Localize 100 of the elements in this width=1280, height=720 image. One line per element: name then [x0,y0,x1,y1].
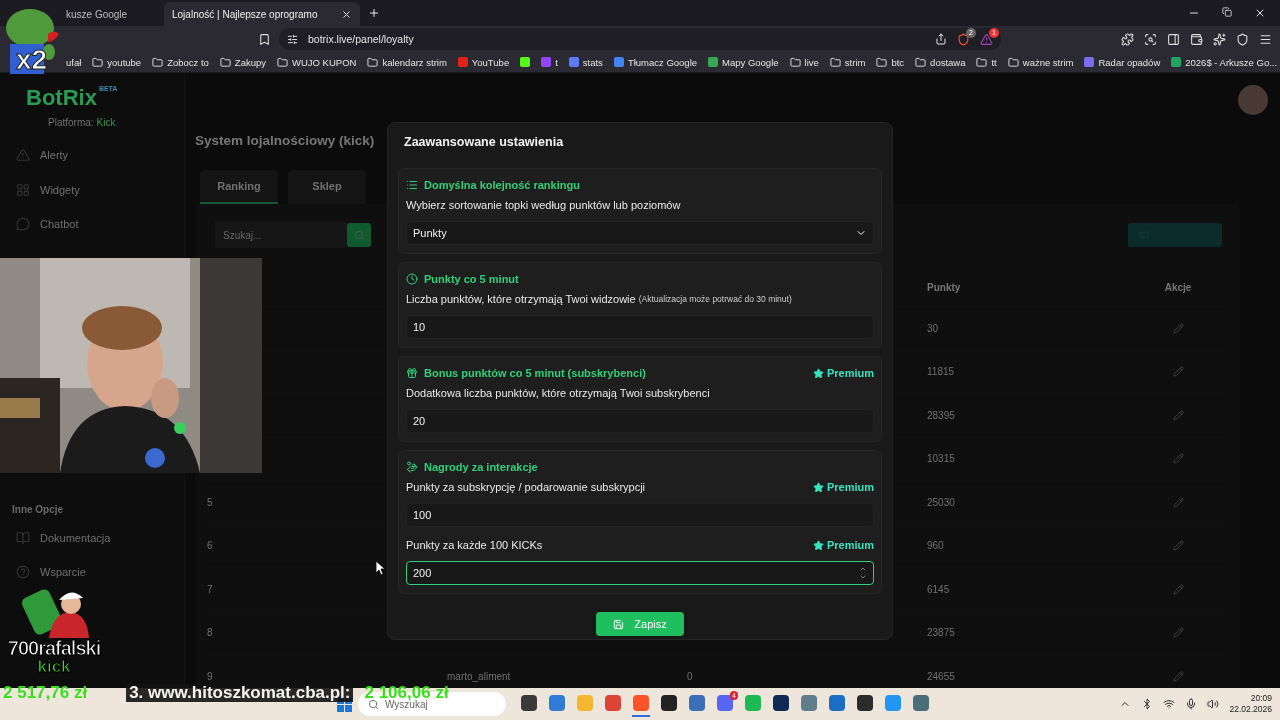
table-cell: 6145 [927,567,1128,611]
help-icon [16,565,30,580]
list-icon [406,179,418,191]
bookmark-item[interactable]: t [541,56,558,68]
browser-tab[interactable]: kusze Google [58,2,162,26]
bookmark-icon[interactable] [258,32,271,46]
sidebar-icon[interactable] [1167,32,1180,46]
restore-icon[interactable] [1222,7,1232,17]
field-note: (Aktualizacja może potrwać do 30 minut) [638,294,792,304]
screen-search-icon[interactable] [1144,32,1157,46]
microphone-icon[interactable] [1185,698,1198,710]
folder-icon [789,56,801,68]
platform-name: kick [37,658,71,675]
folder-icon [92,56,104,68]
cursor-icon [376,561,386,576]
folder-icon [1007,56,1019,68]
tab[interactable]: Ranking [200,170,278,204]
volume-icon[interactable] [1207,698,1220,710]
folder-icon [367,56,379,68]
star-icon [812,539,824,551]
table-cell: 28395 [927,393,1128,437]
folder-icon [915,56,927,68]
ticker-text: 2 517,76 zł [2,684,89,702]
gift-icon [406,367,418,379]
grid-icon [16,182,30,197]
field-label: Liczba punktów, które otrzymają Twoi widzowie [406,293,636,305]
nav-item[interactable]: Chatbot [16,207,184,242]
hand-coins-icon [406,461,418,473]
star-icon [812,481,824,493]
bookmark-item[interactable]: Mapy Google [708,56,779,68]
number-field[interactable]: 200 [406,561,874,585]
number-field[interactable]: 20 [406,409,874,433]
bookmark-item[interactable]: Radar opadów [1084,56,1161,68]
spinner-icon [859,565,867,581]
platform-name: Kick [96,117,116,128]
site-settings-icon[interactable] [287,33,298,45]
bookmark-item[interactable]: YouTube [457,56,510,68]
field-label: Wybierz sortowanie topki według punktów lub poziomów [406,199,681,211]
select-field[interactable]: Punkty [406,221,874,245]
site-bookmark-icon[interactable] [520,57,531,67]
section-title: Punkty co 5 minut [424,273,519,285]
table-cell: 30 [927,306,1128,350]
bookmark-item[interactable]: youtube [92,56,142,68]
menu-icon[interactable] [1259,32,1272,46]
nav-item[interactable]: Wsparcie [16,555,184,590]
close-icon[interactable] [341,8,352,20]
browser-tab[interactable]: Lojalność | Najlepsze oprogramo [164,2,360,26]
tab[interactable]: Sklep [288,170,366,204]
platform-label: Platforma: [48,117,94,128]
section-title: Bonus punktów co 5 minut (subskrybenci) [424,367,646,379]
streamer-name: 700rafalski [7,638,101,658]
clock[interactable]: 20:09 22.02.2026 [1229,693,1272,715]
new-tab-icon[interactable] [368,7,380,19]
folder-icon [876,56,888,68]
ticker-text: 3. www.hitoszkomat.cba.pl: [126,684,354,702]
extensions-icon[interactable] [1121,32,1134,46]
folder-icon [976,56,988,68]
bookmark-item[interactable]: Tłumacz Google [613,56,698,68]
bookmark-item[interactable]: stats [568,56,603,68]
save-icon [613,618,625,630]
bookmark-item[interactable]: tt [976,56,997,68]
column-header: Punkty [927,280,962,295]
bookmark-item[interactable]: WUJO KUPON [277,56,357,68]
wallet-icon[interactable] [1190,32,1203,46]
premium-label: Premium [812,539,874,551]
folder-icon [152,56,164,68]
book-icon [16,530,30,545]
nav-item[interactable]: Widgety [16,172,184,207]
folder-icon [277,56,288,68]
share-icon[interactable] [935,33,947,45]
bookmark-item[interactable]: kalendarz strim [367,56,447,68]
nav-heading: Inne Opcje [12,503,65,515]
bookmark-item[interactable]: dostawa [915,56,966,68]
dialog-title: Zaawansowane ustawienia [403,134,565,151]
table-cell: 25030 [927,480,1128,524]
bookmark-item[interactable]: 2026$ - Arkusze Go... [1171,56,1278,68]
warning-icon [16,148,30,163]
bookmark-item[interactable]: live [789,56,819,68]
search-icon [353,229,365,241]
search-icon [368,698,379,710]
nav-item[interactable]: Alerty [16,138,184,173]
wifi-icon[interactable] [1163,698,1176,710]
shield-icon[interactable] [957,32,970,46]
table-cell: 960 [927,523,1128,567]
sparkles-icon[interactable] [1213,32,1226,46]
table-cell: 23875 [927,610,1128,654]
page-title: System lojalnościowy (kick) [195,133,375,148]
bookmark-item[interactable]: strim [829,56,866,68]
bookmark-item[interactable]: Zakupy [219,56,266,68]
number-field[interactable]: 100 [406,503,874,527]
bookmark-item[interactable]: ufał [66,56,82,68]
triangle-icon[interactable] [980,32,993,46]
nav-item[interactable]: Dokumentacja [16,520,184,555]
bookmark-item[interactable]: Zobocz to [152,56,209,68]
bookmark-item[interactable]: btc [876,56,905,68]
close-icon[interactable] [1254,7,1266,19]
premium-label: Premium [812,367,874,379]
bookmark-item[interactable]: ważne strim [1007,56,1074,68]
folder-icon [829,56,841,68]
number-field[interactable]: 10 [406,315,874,339]
